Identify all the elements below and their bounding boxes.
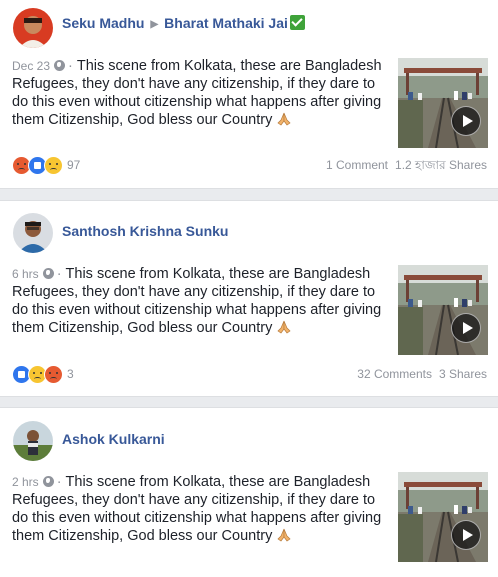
video-thumbnail[interactable] — [398, 58, 488, 148]
avatar[interactable] — [13, 213, 53, 253]
play-icon[interactable] — [451, 520, 481, 550]
post-body: This scene from Kolkata, these are Bangl… — [12, 474, 382, 544]
post-timestamp[interactable]: Dec 23 — [12, 59, 50, 73]
reaction-count: 97 — [67, 158, 81, 172]
praying-hands-icon — [276, 112, 292, 126]
post-timestamp[interactable]: 6 hrs — [12, 267, 39, 281]
post-card: Seku Madhu ▶ Bharat Mathaki Jai Dec 23 · Thi… — [0, 0, 498, 189]
comments-link[interactable]: 1 Comment — [326, 158, 388, 172]
post-body: This scene from Kolkata, these are Bangl… — [12, 266, 382, 336]
video-thumbnail[interactable] — [398, 265, 488, 355]
post-header: Seku Madhu ▶ Bharat Mathaki Jai — [62, 13, 305, 33]
avatar[interactable] — [13, 8, 53, 48]
post-text: Dec 23 · This scene from Kolkata, these ar… — [12, 57, 382, 129]
globe-icon — [54, 60, 66, 71]
author-name[interactable]: Santhosh Krishna Sunku — [62, 223, 228, 239]
separator-dot: · — [68, 58, 73, 74]
reaction-count: 3 — [67, 367, 74, 381]
angry-icon — [44, 364, 63, 384]
play-icon[interactable] — [451, 106, 481, 136]
shares-link[interactable]: 1.2 হাজার Shares — [395, 158, 487, 172]
post-card: Santhosh Krishna Sunku 6 hrs · This scene … — [0, 200, 498, 397]
play-icon[interactable] — [451, 313, 481, 343]
shares-link[interactable]: 3 Shares — [439, 367, 487, 381]
video-thumbnail[interactable] — [398, 472, 488, 562]
globe-icon — [42, 476, 54, 487]
globe-icon — [42, 268, 54, 279]
reactions-summary[interactable]: 97 — [12, 155, 80, 175]
reactions-summary[interactable]: 3 — [12, 364, 74, 384]
praying-hands-icon — [276, 320, 292, 334]
post-text: 2 hrs · This scene from Kolkata, these are… — [12, 473, 382, 545]
arrow-right-icon: ▶ — [150, 19, 159, 30]
avatar[interactable] — [13, 421, 53, 461]
post-text: 6 hrs · This scene from Kolkata, these are… — [12, 265, 382, 337]
post-stats: 1 Comment 1.2 হাজার Shares — [326, 155, 487, 175]
post-header: Ashok Kulkarni — [62, 429, 165, 449]
separator-dot: · — [56, 266, 62, 282]
author-name[interactable]: Ashok Kulkarni — [62, 431, 165, 447]
checkmark-icon — [289, 15, 305, 30]
praying-hands-icon — [276, 528, 292, 542]
separator-dot: · — [56, 474, 62, 490]
post-card: Ashok Kulkarni 2 hrs · This scene from Kol… — [0, 407, 498, 577]
post-timestamp[interactable]: 2 hrs — [12, 475, 39, 489]
post-header: Santhosh Krishna Sunku — [62, 221, 228, 241]
comments-link[interactable]: 32 Comments — [357, 367, 432, 381]
group-name[interactable]: Bharat Mathaki Jai — [164, 15, 288, 31]
author-name[interactable]: Seku Madhu — [62, 15, 144, 31]
post-stats: 32 Comments 3 Shares — [357, 364, 487, 384]
sad-icon — [44, 155, 63, 175]
